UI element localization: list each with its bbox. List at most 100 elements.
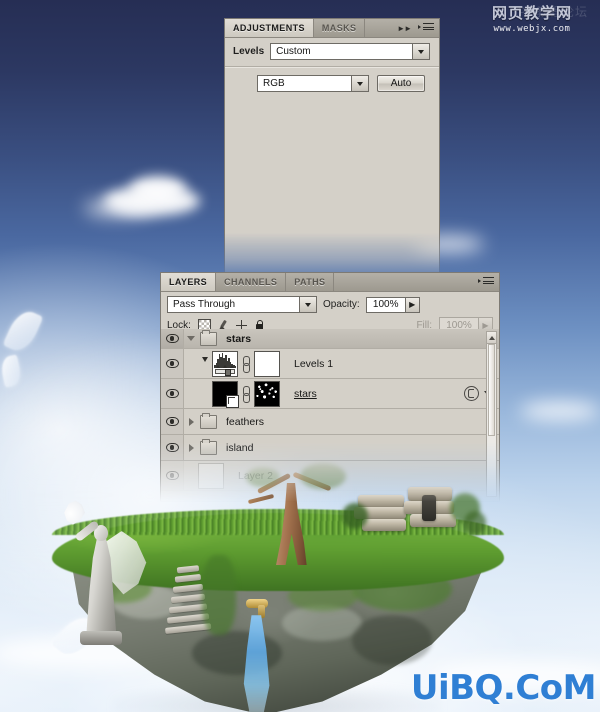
layer-row-stars-group[interactable]: stars bbox=[161, 329, 499, 349]
rock-shadow-1 bbox=[192, 631, 282, 675]
layer-name[interactable]: feathers bbox=[226, 416, 264, 428]
tabbar-filler bbox=[334, 273, 476, 291]
ruin-slab bbox=[362, 519, 406, 531]
statue-base bbox=[80, 631, 122, 645]
photoshop-screenshot: ADJUSTMENTS MASKS ►► Levels Custom RGB A… bbox=[0, 0, 600, 712]
visibility-toggle[interactable] bbox=[161, 461, 184, 490]
stair-step bbox=[170, 593, 206, 604]
layer-list[interactable]: stars Levels 1 stars feathers island Lay… bbox=[161, 329, 499, 501]
cloud-left-upper-b bbox=[130, 176, 186, 202]
visibility-toggle[interactable] bbox=[161, 435, 184, 460]
visibility-toggle[interactable] bbox=[161, 409, 184, 434]
blend-mode-select[interactable]: Pass Through bbox=[167, 296, 317, 313]
layer-name[interactable]: island bbox=[226, 442, 253, 454]
chevron-right-icon[interactable] bbox=[184, 443, 198, 452]
watermark-site-name-cn: 网页教学网 bbox=[491, 4, 572, 22]
cloud-right-low bbox=[520, 402, 600, 420]
eye-icon bbox=[165, 443, 179, 452]
adjustments-tabbar: ADJUSTMENTS MASKS ►► bbox=[225, 19, 439, 38]
visibility-toggle[interactable] bbox=[161, 349, 184, 378]
ruin-bush bbox=[342, 503, 368, 529]
layer-name[interactable]: stars bbox=[226, 333, 251, 345]
layer-thumbnail[interactable] bbox=[198, 462, 224, 489]
panel-menu-icon bbox=[478, 277, 494, 287]
link-layers-icon[interactable] bbox=[241, 385, 251, 403]
watermark-bottom-right: UiBQ.CoM bbox=[410, 668, 597, 708]
channel-select[interactable]: RGB bbox=[257, 75, 369, 92]
layer-mask-thumbnail[interactable] bbox=[254, 380, 280, 407]
chevron-down-icon[interactable] bbox=[299, 297, 316, 312]
eye-icon bbox=[165, 471, 179, 480]
eye-icon bbox=[165, 359, 179, 368]
clipping-mask-arrow-icon bbox=[198, 356, 212, 371]
eye-icon bbox=[165, 389, 179, 398]
stair-step bbox=[176, 565, 200, 574]
adjustments-panel: ADJUSTMENTS MASKS ►► Levels Custom RGB A… bbox=[224, 18, 600, 293]
opacity-control[interactable]: 100% ▶ bbox=[365, 296, 420, 313]
ruin-bush bbox=[464, 511, 486, 535]
visibility-toggle[interactable] bbox=[161, 379, 184, 408]
channel-row: RGB Auto bbox=[225, 68, 439, 96]
chevron-right-icon[interactable] bbox=[184, 417, 198, 426]
levels-label: Levels bbox=[233, 46, 265, 57]
layer-name[interactable]: Layer 2 bbox=[238, 470, 273, 482]
levels-adjustment-thumbnail[interactable] bbox=[212, 350, 238, 377]
white-dove bbox=[64, 500, 85, 525]
layer-row-layer-2[interactable]: Layer 2 bbox=[161, 461, 499, 491]
folder-icon bbox=[200, 438, 217, 455]
opacity-stepper-icon[interactable]: ▶ bbox=[405, 296, 420, 313]
layer-row-stars[interactable]: stars bbox=[161, 379, 499, 409]
layer-row-island-group[interactable]: island bbox=[161, 435, 499, 461]
blend-mode-row: Pass Through Opacity: 100% ▶ bbox=[161, 292, 499, 316]
chevron-down-icon[interactable] bbox=[412, 44, 430, 59]
tab-paths[interactable]: PATHS bbox=[286, 273, 335, 291]
layers-panel: LAYERS CHANNELS PATHS Pass Through Opaci… bbox=[160, 272, 500, 502]
layer-name[interactable]: stars bbox=[294, 388, 317, 400]
rock-shadow-2 bbox=[352, 615, 432, 665]
watermark-top-right: PS教程论坛 网页教学网 www.webjx.com bbox=[468, 2, 596, 34]
tabbar-filler bbox=[365, 19, 393, 37]
folder-icon bbox=[200, 329, 217, 346]
stair-step bbox=[164, 623, 212, 634]
layer-name[interactable]: Levels 1 bbox=[294, 358, 333, 370]
stair-step bbox=[172, 583, 204, 593]
chevron-down-icon[interactable] bbox=[184, 336, 198, 341]
scrollbar-thumb[interactable] bbox=[488, 344, 495, 436]
eye-icon bbox=[165, 417, 179, 426]
layer-list-scrollbar[interactable] bbox=[486, 331, 497, 497]
visibility-toggle[interactable] bbox=[161, 329, 184, 348]
cloud-left-wisp bbox=[84, 200, 154, 216]
mini-histogram-ticks bbox=[216, 364, 234, 368]
channel-value: RGB bbox=[263, 78, 285, 89]
auto-button[interactable]: Auto bbox=[377, 75, 425, 92]
tab-adjustments[interactable]: ADJUSTMENTS bbox=[225, 19, 314, 37]
layers-panel-menu-button[interactable] bbox=[476, 273, 499, 291]
smart-object-badge-icon bbox=[226, 394, 239, 408]
levels-preset-row: Levels Custom bbox=[225, 38, 439, 64]
tab-channels[interactable]: CHANNELS bbox=[216, 273, 287, 291]
stair-ivy bbox=[202, 555, 236, 635]
layer-thumbnail[interactable] bbox=[212, 380, 239, 408]
layer-row-feathers-group[interactable]: feathers bbox=[161, 409, 499, 435]
scroll-up-arrow-icon[interactable] bbox=[487, 332, 496, 344]
collapse-panel-button[interactable]: ►► bbox=[392, 19, 416, 37]
link-layers-icon[interactable] bbox=[241, 355, 251, 373]
chevron-down-icon[interactable] bbox=[351, 76, 368, 91]
stair-step bbox=[174, 573, 202, 583]
layer-row-levels-1[interactable]: Levels 1 bbox=[161, 349, 499, 379]
layer-style-fx-icon[interactable] bbox=[464, 386, 479, 401]
layer-mask-thumbnail[interactable] bbox=[254, 350, 280, 377]
tab-layers[interactable]: LAYERS bbox=[161, 273, 217, 291]
panel-menu-icon bbox=[418, 23, 434, 33]
opacity-field[interactable]: 100% bbox=[365, 296, 406, 313]
watermark-site-url: www.webjx.com bbox=[493, 24, 571, 34]
levels-preset-value: Custom bbox=[276, 46, 311, 57]
adjustments-panel-menu-button[interactable] bbox=[416, 19, 439, 37]
mini-slider bbox=[215, 368, 235, 376]
angel-statue bbox=[60, 491, 147, 645]
levels-preset-select[interactable]: Custom bbox=[270, 43, 431, 60]
blend-mode-value: Pass Through bbox=[173, 299, 236, 310]
layers-tabbar: LAYERS CHANNELS PATHS bbox=[161, 273, 499, 292]
tab-masks[interactable]: MASKS bbox=[313, 19, 366, 37]
folder-icon bbox=[200, 412, 217, 429]
